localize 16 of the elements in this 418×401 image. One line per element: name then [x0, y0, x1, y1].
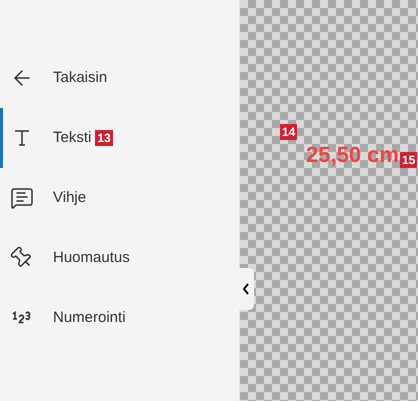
menu-label-text: Teksti — [53, 128, 92, 148]
menu-label-text: Huomautus — [53, 248, 130, 268]
menu-item[interactable]: Vihje — [0, 168, 239, 228]
menu-item[interactable]: Huomautus — [0, 228, 239, 288]
menu-label-text: Vihje — [53, 188, 86, 208]
measurement-label: 25,50 cm — [306, 141, 399, 169]
comment-icon — [10, 186, 34, 210]
menu-item[interactable]: Takaisin — [0, 48, 239, 108]
number-badge: 13 — [95, 130, 113, 146]
menu-label-text: Numerointi — [53, 308, 126, 328]
collapse-button[interactable] — [238, 268, 254, 310]
number-badge: 15 — [400, 152, 418, 168]
number-badge: 14 — [280, 124, 298, 140]
menu-label-text: Takaisin — [53, 68, 108, 88]
chevron-left-icon — [242, 283, 250, 295]
menu-item[interactable]: Numerointi — [0, 288, 239, 348]
